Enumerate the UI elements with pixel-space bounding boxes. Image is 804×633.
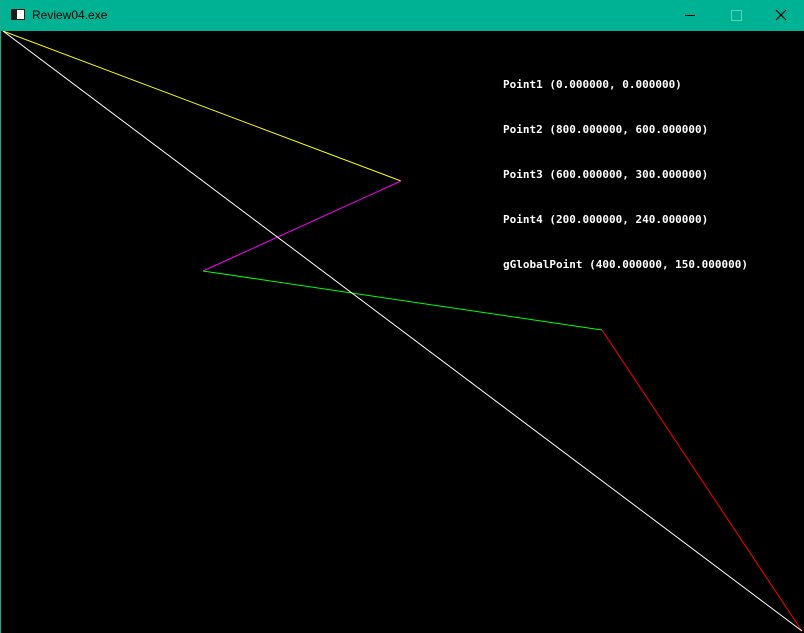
window-title: Review04.exe (32, 8, 108, 22)
point1-label: Point1 (0.000000, 0.000000) (503, 78, 682, 91)
maximize-button[interactable] (713, 0, 759, 31)
minimize-button[interactable] (667, 0, 713, 31)
global-point-label: gGlobalPoint (400.000000, 150.000000) (503, 258, 749, 271)
close-button[interactable] (759, 0, 804, 31)
close-icon (775, 9, 787, 21)
title-bar[interactable]: Review04.exe (1, 0, 804, 31)
application-icon[interactable] (11, 9, 25, 20)
maximize-icon (731, 10, 742, 21)
app-window: Review04.exe Point1 (0.000000, 0.000000) (0, 0, 804, 633)
point3-label: Point3 (600.000000, 300.000000) (503, 168, 709, 181)
coordinate-info: Point1 (0.000000, 0.000000) Point2 (800.… (503, 47, 748, 302)
minimize-icon (685, 15, 695, 16)
point4-label: Point4 (200.000000, 240.000000) (503, 213, 709, 226)
point2-label: Point2 (800.000000, 600.000000) (503, 123, 709, 136)
